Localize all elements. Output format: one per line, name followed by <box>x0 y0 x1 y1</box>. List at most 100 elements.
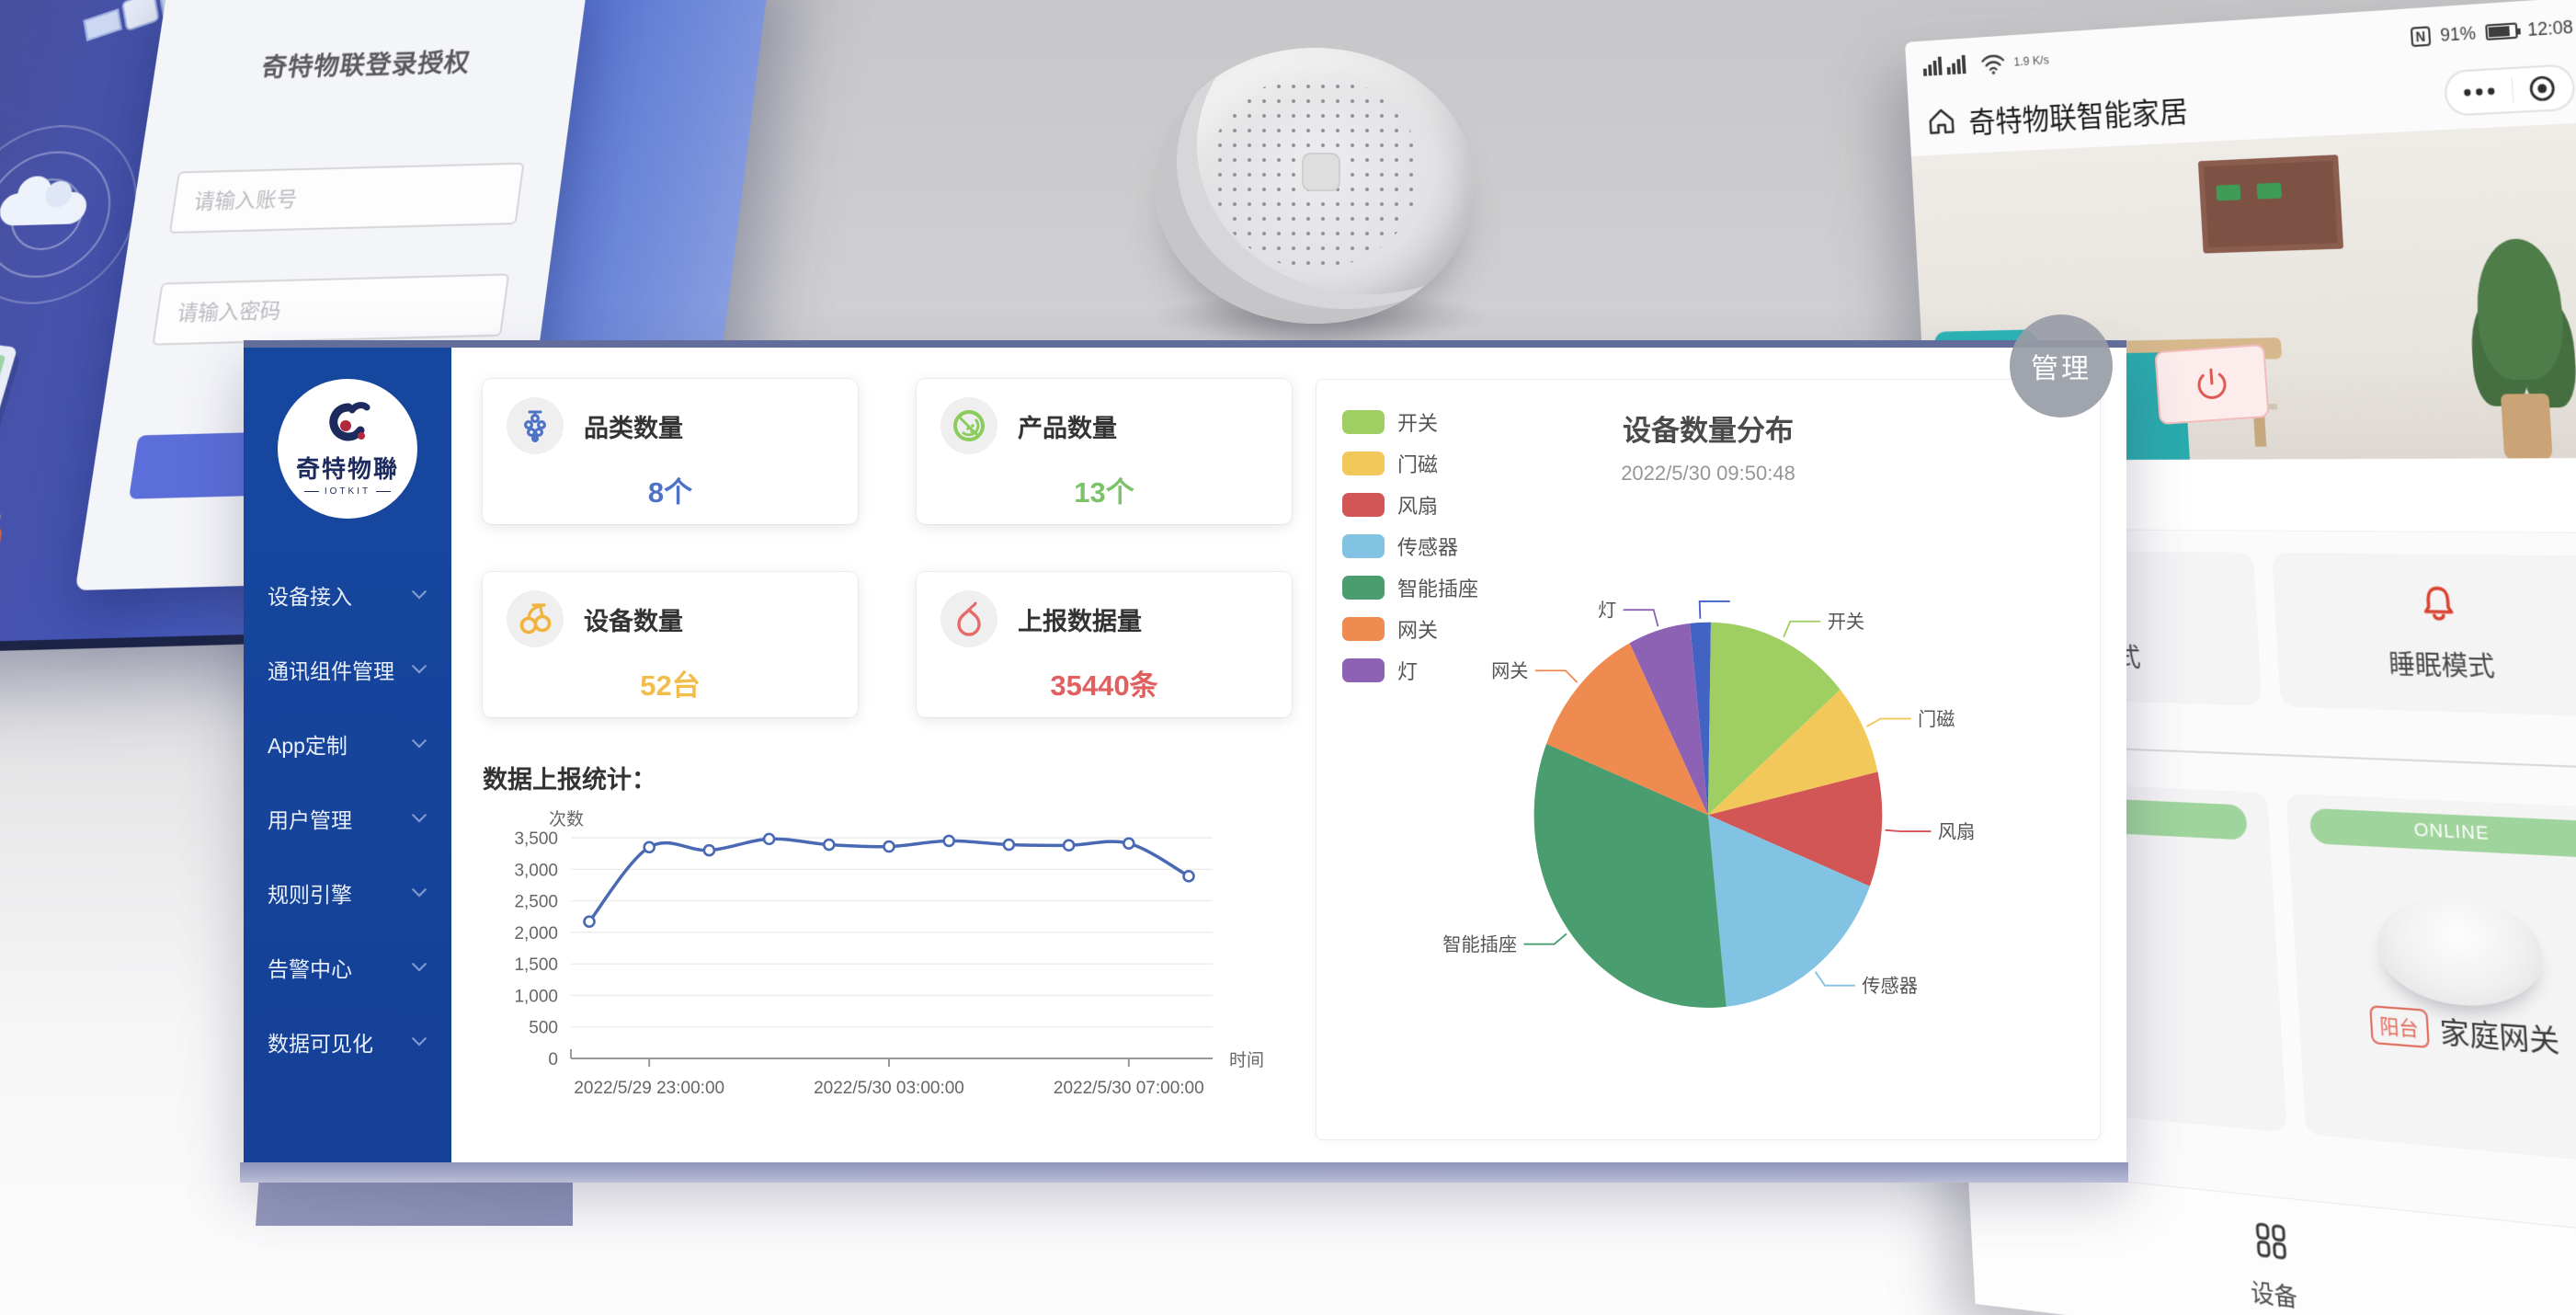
sidebar-item-label: 告警中心 <box>268 952 352 983</box>
pie-callout-label: 智能插座 <box>1442 934 1517 955</box>
sidebar-item-1[interactable]: 通讯组件管理 <box>244 632 451 706</box>
legend-swatch <box>1342 452 1385 475</box>
account-input[interactable] <box>169 163 525 234</box>
data-point <box>764 834 774 844</box>
battery-icon <box>2485 22 2518 40</box>
tab-设备[interactable]: 设备 <box>2246 1218 2298 1314</box>
phone-tab-bar: 设备我 <box>1967 1165 2576 1315</box>
grapes-icon <box>507 397 564 454</box>
pie-callout-label: 传感器 <box>1862 976 1918 997</box>
data-point <box>1184 871 1194 881</box>
chevron-down-icon <box>411 962 427 973</box>
power-button[interactable] <box>2154 344 2269 425</box>
stat-value: 52台 <box>507 662 834 703</box>
legend-label: 开关 <box>1397 407 1438 437</box>
sidebar-item-label: 设备接入 <box>268 579 352 611</box>
pear-icon <box>940 590 997 647</box>
signal-bars-icon <box>1922 52 1973 79</box>
data-point <box>944 836 954 846</box>
room-tag: 阳台 <box>2369 1004 2430 1047</box>
data-point <box>1064 840 1074 851</box>
gateway-image <box>2374 892 2546 1011</box>
chevron-down-icon <box>411 589 427 600</box>
sidebar-item-label: 数据可见化 <box>268 1026 373 1058</box>
mode-label: 睡眠模式 <box>2388 643 2496 684</box>
wall-art <box>2198 154 2343 253</box>
person-illustration <box>0 527 3 580</box>
stat-value: 35440条 <box>940 662 1268 703</box>
sidebar-item-4[interactable]: 规则引擎 <box>244 855 451 930</box>
stat-title: 产品数量 <box>1018 408 1117 444</box>
tab-label: 设备 <box>2250 1274 2298 1314</box>
stat-value: 8个 <box>507 469 834 510</box>
sidebar-item-label: 用户管理 <box>268 803 352 834</box>
legend-item[interactable]: 门磁 <box>1342 449 1478 478</box>
dashboard-content: 品类数量8个产品数量13个设备数量52台上报数据量35440条 数据上报统计： … <box>451 348 2126 1162</box>
speaker-logo <box>1302 153 1340 191</box>
app-title: 奇特物联智能家居 <box>1967 86 2189 141</box>
svg-text:2,500: 2,500 <box>514 893 558 912</box>
close-capsule-icon[interactable] <box>2527 74 2558 103</box>
online-badge: ONLINE <box>2309 808 2576 858</box>
stat-title: 上报数据量 <box>1018 601 1142 637</box>
rabbit-logo-icon <box>321 401 374 449</box>
svg-text:2,000: 2,000 <box>514 924 558 943</box>
chevron-down-icon <box>411 1036 427 1047</box>
stat-title: 品类数量 <box>584 408 683 444</box>
svg-text:时间: 时间 <box>1229 1050 1264 1070</box>
pie-callout-label: 灯 <box>1598 600 1616 622</box>
svg-text:2022/5/29 23:00:00: 2022/5/29 23:00:00 <box>574 1079 724 1098</box>
home-icon[interactable] <box>1927 107 1955 136</box>
pie-callout-label: 门磁 <box>1918 709 1955 730</box>
more-icon[interactable] <box>2462 86 2496 98</box>
net-speed: 1.9 K/s <box>2013 53 2049 68</box>
sidebar-item-label: 规则引擎 <box>268 877 352 909</box>
data-point <box>824 840 834 850</box>
login-title: 奇特物联登录授权 <box>191 40 541 86</box>
sidebar-menu: 设备接入通讯组件管理App定制用户管理规则引擎告警中心数据可见化 <box>244 557 451 1079</box>
lime-icon <box>940 397 997 454</box>
battery-percent: 91% <box>2440 23 2477 46</box>
wifi-icon <box>1980 51 2006 75</box>
sidebar-item-0[interactable]: 设备接入 <box>244 557 451 632</box>
miniapp-menu-pill <box>2444 63 2576 117</box>
device-card-gateway[interactable]: ONLINE 阳台 家庭网关 <box>2285 794 2576 1166</box>
password-input[interactable] <box>152 273 509 345</box>
stat-value: 13个 <box>940 469 1268 510</box>
chevron-down-icon <box>411 738 427 749</box>
sidebar-item-3[interactable]: 用户管理 <box>244 781 451 855</box>
sidebar-item-5[interactable]: 告警中心 <box>244 930 451 1004</box>
pie-callout-label: 风扇 <box>1938 821 1975 842</box>
report-line-chart: 05001,0001,5002,0002,5003,0003,5002022/5… <box>483 801 1292 1120</box>
bell-icon <box>2415 583 2461 631</box>
stat-card-1: 产品数量 13个 <box>917 379 1292 524</box>
sidebar-item-2[interactable]: App定制 <box>244 706 451 781</box>
sidebar-item-6[interactable]: 数据可见化 <box>244 1004 451 1079</box>
brand-subtitle: IOTKIT <box>304 486 391 497</box>
data-point <box>1004 840 1014 850</box>
brand-logo: 奇特物聯 IOTKIT <box>278 379 417 519</box>
svg-text:3,000: 3,000 <box>514 861 558 880</box>
sidebar: 奇特物聯 IOTKIT 设备接入通讯组件管理App定制用户管理规则引擎告警中心数… <box>244 348 451 1162</box>
device-pie-chart: 开关门磁风扇传感器智能插座网关灯 <box>1316 486 2100 1139</box>
stat-card-0: 品类数量 8个 <box>483 379 858 524</box>
data-point <box>585 917 595 927</box>
plant <box>2456 237 2576 461</box>
svg-text:500: 500 <box>529 1019 558 1038</box>
brand-name: 奇特物聯 <box>296 451 399 485</box>
data-point <box>704 845 714 855</box>
svg-text:1,000: 1,000 <box>514 987 558 1006</box>
svg-text:2022/5/30 07:00:00: 2022/5/30 07:00:00 <box>1054 1079 1204 1098</box>
line-section-title: 数据上报统计： <box>483 760 1292 795</box>
status-time: 12:08 <box>2527 17 2574 40</box>
svg-text:1,500: 1,500 <box>514 955 558 975</box>
pie-chart-card: 开关门磁风扇传感器智能插座网关灯 设备数量分布 2022/5/30 09:50:… <box>1316 379 2101 1140</box>
svg-text:次数: 次数 <box>549 809 584 829</box>
data-point <box>644 842 655 852</box>
mode-card-1[interactable]: 睡眠模式 <box>2272 553 2576 717</box>
iot-dashboard-window: 奇特物聯 IOTKIT 设备接入通讯组件管理App定制用户管理规则引擎告警中心数… <box>244 340 2126 1162</box>
stat-card-2: 设备数量52台 <box>483 572 858 717</box>
legend-item[interactable]: 开关 <box>1342 407 1478 437</box>
stat-card-3: 上报数据量 35440条 <box>917 572 1292 717</box>
admin-badge[interactable]: 管理 <box>2010 314 2113 417</box>
